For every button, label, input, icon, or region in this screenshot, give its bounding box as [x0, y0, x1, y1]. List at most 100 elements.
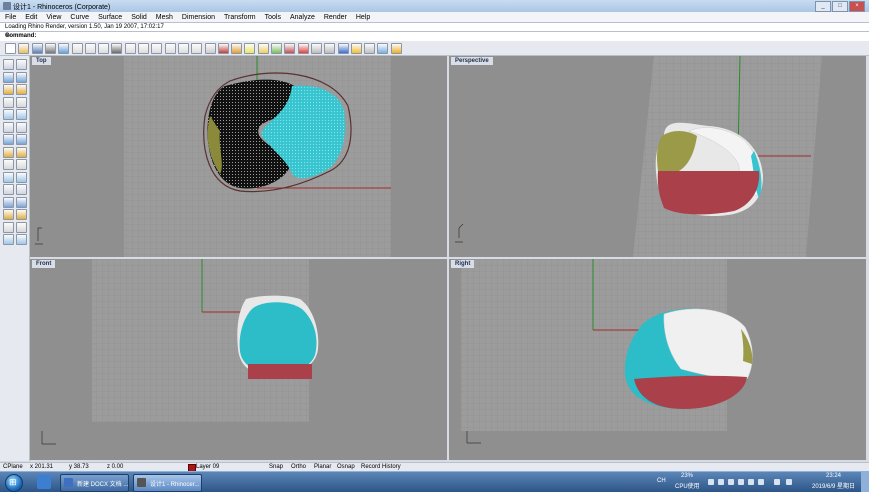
light-icon[interactable] [257, 43, 269, 54]
shade-icon[interactable] [310, 43, 322, 54]
front-view-canvas[interactable] [30, 259, 447, 460]
show-desktop-button[interactable] [861, 472, 869, 492]
viewport-label-perspective[interactable]: Perspective [451, 57, 493, 65]
menu-curve[interactable]: Curve [65, 12, 93, 22]
rotate-view-icon[interactable] [191, 43, 203, 54]
start-button[interactable]: ⊞ [5, 474, 23, 492]
array-icon[interactable] [16, 221, 27, 233]
fillet-icon[interactable] [16, 109, 27, 120]
open-icon[interactable] [18, 43, 30, 54]
command-scroll-down-icon[interactable]: ▾ [5, 32, 865, 39]
status-osnap-toggle[interactable]: Osnap [337, 464, 355, 470]
render-icon[interactable] [284, 43, 296, 54]
close-button[interactable]: × [849, 1, 865, 12]
color-wheel-icon[interactable] [297, 43, 309, 54]
menu-analyze[interactable]: Analyze [285, 12, 319, 22]
arc-icon[interactable] [3, 109, 14, 120]
tray-icon-6[interactable] [758, 479, 764, 485]
network-icon[interactable] [774, 479, 780, 485]
sphere-icon[interactable] [337, 43, 349, 54]
status-layer[interactable]: Layer 09 [196, 464, 219, 470]
surface-icon[interactable] [3, 121, 14, 133]
undo-icon[interactable] [111, 43, 123, 54]
select-icon[interactable] [3, 59, 14, 70]
polygon-icon[interactable] [16, 96, 27, 108]
ellipse-icon[interactable] [16, 84, 27, 95]
clock-date[interactable]: 2019/6/9 星期日 [812, 481, 855, 490]
text-icon[interactable] [16, 234, 27, 245]
options-icon[interactable] [364, 43, 376, 54]
rotate-icon[interactable] [3, 209, 14, 220]
language-indicator[interactable]: CH [657, 478, 666, 484]
viewport-front[interactable]: Front [30, 259, 447, 460]
scale-icon[interactable] [16, 209, 27, 220]
menu-transform[interactable]: Transform [219, 12, 260, 22]
mesh-icon[interactable] [16, 146, 27, 158]
properties-icon[interactable] [377, 43, 389, 54]
menu-surface[interactable]: Surface [93, 12, 126, 22]
top-view-canvas[interactable] [30, 56, 447, 257]
tray-icon-2[interactable] [718, 479, 724, 485]
trim-icon[interactable] [3, 171, 14, 183]
line-icon[interactable] [16, 71, 27, 83]
menu-edit[interactable]: Edit [20, 12, 41, 22]
lock-grid-icon[interactable] [231, 43, 243, 54]
export-icon[interactable] [58, 43, 70, 54]
help-icon[interactable] [390, 43, 402, 54]
point-icon[interactable] [16, 59, 27, 70]
menu-view[interactable]: View [41, 12, 65, 22]
join-icon[interactable] [16, 171, 27, 183]
split-icon[interactable] [16, 159, 27, 170]
dimension-icon[interactable] [3, 234, 14, 245]
tray-icon-1[interactable] [708, 479, 714, 485]
minimize-button[interactable]: _ [815, 1, 831, 12]
boolean-icon[interactable] [3, 159, 14, 170]
viewport-top[interactable]: Top [30, 56, 447, 257]
circle-icon[interactable] [3, 84, 14, 95]
group-icon[interactable] [16, 184, 27, 195]
sphere-tool-icon[interactable] [16, 134, 27, 145]
status-record-history-toggle[interactable]: Record History [361, 464, 401, 470]
cplane-icon[interactable] [217, 43, 229, 54]
perspective-view-canvas[interactable] [449, 56, 866, 257]
cut-icon[interactable] [71, 43, 83, 54]
extrude-icon[interactable] [16, 121, 27, 133]
right-view-canvas[interactable] [449, 259, 866, 460]
menu-render[interactable]: Render [319, 12, 351, 22]
zoom-dynamic-icon[interactable] [164, 43, 176, 54]
rectangle-icon[interactable] [3, 96, 14, 108]
display-icon[interactable] [350, 43, 362, 54]
zoom-window-icon[interactable] [151, 43, 163, 54]
mirror-icon[interactable] [3, 221, 14, 233]
box-icon[interactable] [3, 134, 14, 145]
menu-mesh[interactable]: Mesh [151, 12, 177, 22]
taskbar-button-rhino[interactable]: 设计1 - Rhinocer... [133, 474, 202, 492]
status-snap-toggle[interactable]: Snap [269, 464, 283, 470]
clock-time[interactable]: 23:24 [826, 473, 841, 479]
volume-icon[interactable] [786, 479, 792, 485]
save-icon[interactable] [31, 43, 43, 54]
status-planar-toggle[interactable]: Planar [314, 464, 331, 470]
print-icon[interactable] [44, 43, 56, 54]
move-view-icon[interactable] [138, 43, 149, 54]
four-viewports-icon[interactable] [204, 43, 216, 54]
move-icon[interactable] [3, 196, 14, 208]
tray-icon-4[interactable] [738, 479, 744, 485]
tray-icon-3[interactable] [728, 479, 734, 485]
copy-icon[interactable] [84, 43, 96, 54]
viewport-label-front[interactable]: Front [32, 260, 56, 268]
new-icon[interactable] [5, 43, 16, 54]
status-ortho-toggle[interactable]: Ortho [291, 464, 306, 470]
pan-icon[interactable] [124, 43, 136, 54]
menu-file[interactable]: File [0, 12, 20, 22]
tray-icon-5[interactable] [748, 479, 754, 485]
copy-tool-icon[interactable] [16, 196, 27, 208]
viewport-perspective[interactable]: Perspective [449, 56, 866, 257]
quick-launch-bird-icon[interactable] [37, 475, 51, 489]
viewport-label-right[interactable]: Right [451, 260, 475, 268]
viewport-right[interactable]: Right [449, 259, 866, 460]
cylinder-icon[interactable] [3, 146, 14, 158]
paste-icon[interactable] [98, 43, 110, 54]
snap-icon[interactable] [244, 43, 256, 54]
menu-help[interactable]: Help [351, 12, 374, 22]
